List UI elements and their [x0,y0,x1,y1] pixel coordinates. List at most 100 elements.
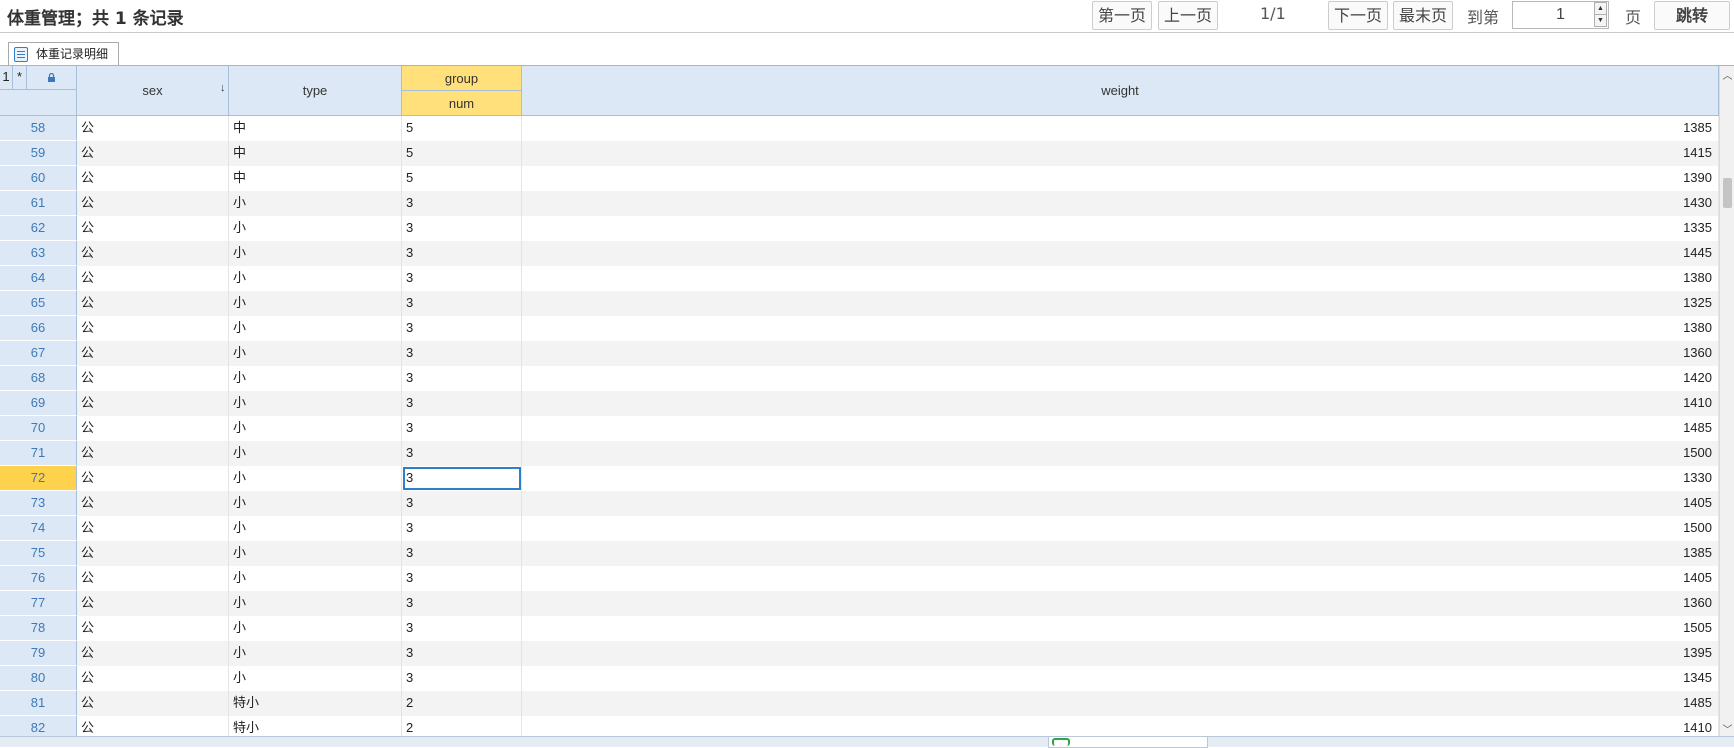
cell-sex[interactable]: 公 [77,141,229,166]
cell-num[interactable]: 3 [402,316,522,341]
scroll-thumb[interactable] [1723,178,1732,208]
column-header-num[interactable]: num [402,91,522,116]
cell-type[interactable]: 小 [229,191,402,216]
cell-weight[interactable]: 1415 [522,141,1719,166]
cell-sex[interactable]: 公 [77,366,229,391]
cell-type[interactable]: 特小 [229,691,402,716]
cell-sex[interactable]: 公 [77,441,229,466]
table-row[interactable]: 68 公小 3 1420 [0,366,1719,391]
table-row[interactable]: 58 公中 5 1385 [0,116,1719,141]
cell-num[interactable]: 3 [402,466,522,491]
row-number[interactable]: 68 [0,366,77,391]
level-indicator[interactable]: 1 [0,66,13,90]
row-number[interactable]: 78 [0,616,77,641]
scroll-down-icon[interactable]: ﹀ [1720,721,1734,736]
row-number[interactable]: 60 [0,166,77,191]
cell-type[interactable]: 小 [229,391,402,416]
cell-type[interactable]: 中 [229,166,402,191]
cell-type[interactable]: 小 [229,441,402,466]
table-row[interactable]: 66 公小 3 1380 [0,316,1719,341]
cell-num[interactable]: 5 [402,116,522,141]
cell-weight[interactable]: 1405 [522,566,1719,591]
cell-weight[interactable]: 1420 [522,366,1719,391]
row-number[interactable]: 62 [0,216,77,241]
table-row[interactable]: 60 公中 5 1390 [0,166,1719,191]
row-number[interactable]: 81 [0,691,77,716]
cell-weight[interactable]: 1395 [522,641,1719,666]
cell-weight[interactable]: 1360 [522,591,1719,616]
row-number[interactable]: 75 [0,541,77,566]
table-row[interactable]: 70 公小 3 1485 [0,416,1719,441]
cell-type[interactable]: 小 [229,466,402,491]
table-row[interactable]: 74 公小 3 1500 [0,516,1719,541]
cell-sex[interactable]: 公 [77,191,229,216]
cell-num[interactable]: 5 [402,166,522,191]
cell-num[interactable]: 3 [402,641,522,666]
row-number[interactable]: 65 [0,291,77,316]
cell-type[interactable]: 小 [229,341,402,366]
cell-num[interactable]: 3 [402,516,522,541]
table-row[interactable]: 67 公小 3 1360 [0,341,1719,366]
row-number[interactable]: 82 [0,716,77,736]
cell-type[interactable]: 特小 [229,716,402,736]
cell-num[interactable]: 2 [402,691,522,716]
cell-weight[interactable]: 1405 [522,491,1719,516]
table-row[interactable]: 71 公小 3 1500 [0,441,1719,466]
cell-weight[interactable]: 1330 [522,466,1719,491]
cell-weight[interactable]: 1500 [522,441,1719,466]
table-row[interactable]: 73 公小 3 1405 [0,491,1719,516]
row-number[interactable]: 67 [0,341,77,366]
row-number[interactable]: 74 [0,516,77,541]
cell-type[interactable]: 小 [229,316,402,341]
table-row[interactable]: 65 公小 3 1325 [0,291,1719,316]
cell-sex[interactable]: 公 [77,716,229,736]
row-number[interactable]: 59 [0,141,77,166]
column-header-type[interactable]: type [229,66,402,116]
last-page-button[interactable]: 最末页 [1393,1,1453,30]
cell-num[interactable]: 3 [402,616,522,641]
cell-weight[interactable]: 1390 [522,166,1719,191]
cell-num[interactable]: 3 [402,266,522,291]
table-row[interactable]: 63 公小 3 1445 [0,241,1719,266]
table-row[interactable]: 59 公中 5 1415 [0,141,1719,166]
cell-weight[interactable]: 1345 [522,666,1719,691]
cell-type[interactable]: 小 [229,616,402,641]
cell-weight[interactable]: 1385 [522,116,1719,141]
cell-sex[interactable]: 公 [77,466,229,491]
table-row[interactable]: 72 公小 3 1330 [0,466,1719,491]
prev-page-button[interactable]: 上一页 [1158,1,1218,30]
row-number[interactable]: 79 [0,641,77,666]
cell-weight[interactable]: 1360 [522,341,1719,366]
cell-sex[interactable]: 公 [77,641,229,666]
lock-icon[interactable] [27,66,77,90]
table-row[interactable]: 79 公小 3 1395 [0,641,1719,666]
row-number[interactable]: 70 [0,416,77,441]
cell-num[interactable]: 3 [402,591,522,616]
row-number[interactable]: 69 [0,391,77,416]
cell-type[interactable]: 小 [229,366,402,391]
cell-num[interactable]: 3 [402,441,522,466]
cell-type[interactable]: 小 [229,666,402,691]
cell-weight[interactable]: 1325 [522,291,1719,316]
row-number[interactable]: 58 [0,116,77,141]
row-number[interactable]: 73 [0,491,77,516]
table-row[interactable]: 75 公小 3 1385 [0,541,1719,566]
cell-weight[interactable]: 1380 [522,316,1719,341]
table-row[interactable]: 61 公小 3 1430 [0,191,1719,216]
row-number[interactable]: 61 [0,191,77,216]
cell-sex[interactable]: 公 [77,541,229,566]
cell-weight[interactable]: 1385 [522,541,1719,566]
cell-weight[interactable]: 1505 [522,616,1719,641]
cell-num[interactable]: 3 [402,666,522,691]
row-number[interactable]: 72 [0,466,77,491]
cell-weight[interactable]: 1410 [522,716,1719,736]
cell-weight[interactable]: 1380 [522,266,1719,291]
table-row[interactable]: 80 公小 3 1345 [0,666,1719,691]
cell-sex[interactable]: 公 [77,166,229,191]
cell-sex[interactable]: 公 [77,116,229,141]
cell-sex[interactable]: 公 [77,491,229,516]
cell-sex[interactable]: 公 [77,616,229,641]
cell-num[interactable]: 3 [402,491,522,516]
cell-type[interactable]: 小 [229,541,402,566]
cell-type[interactable]: 小 [229,641,402,666]
